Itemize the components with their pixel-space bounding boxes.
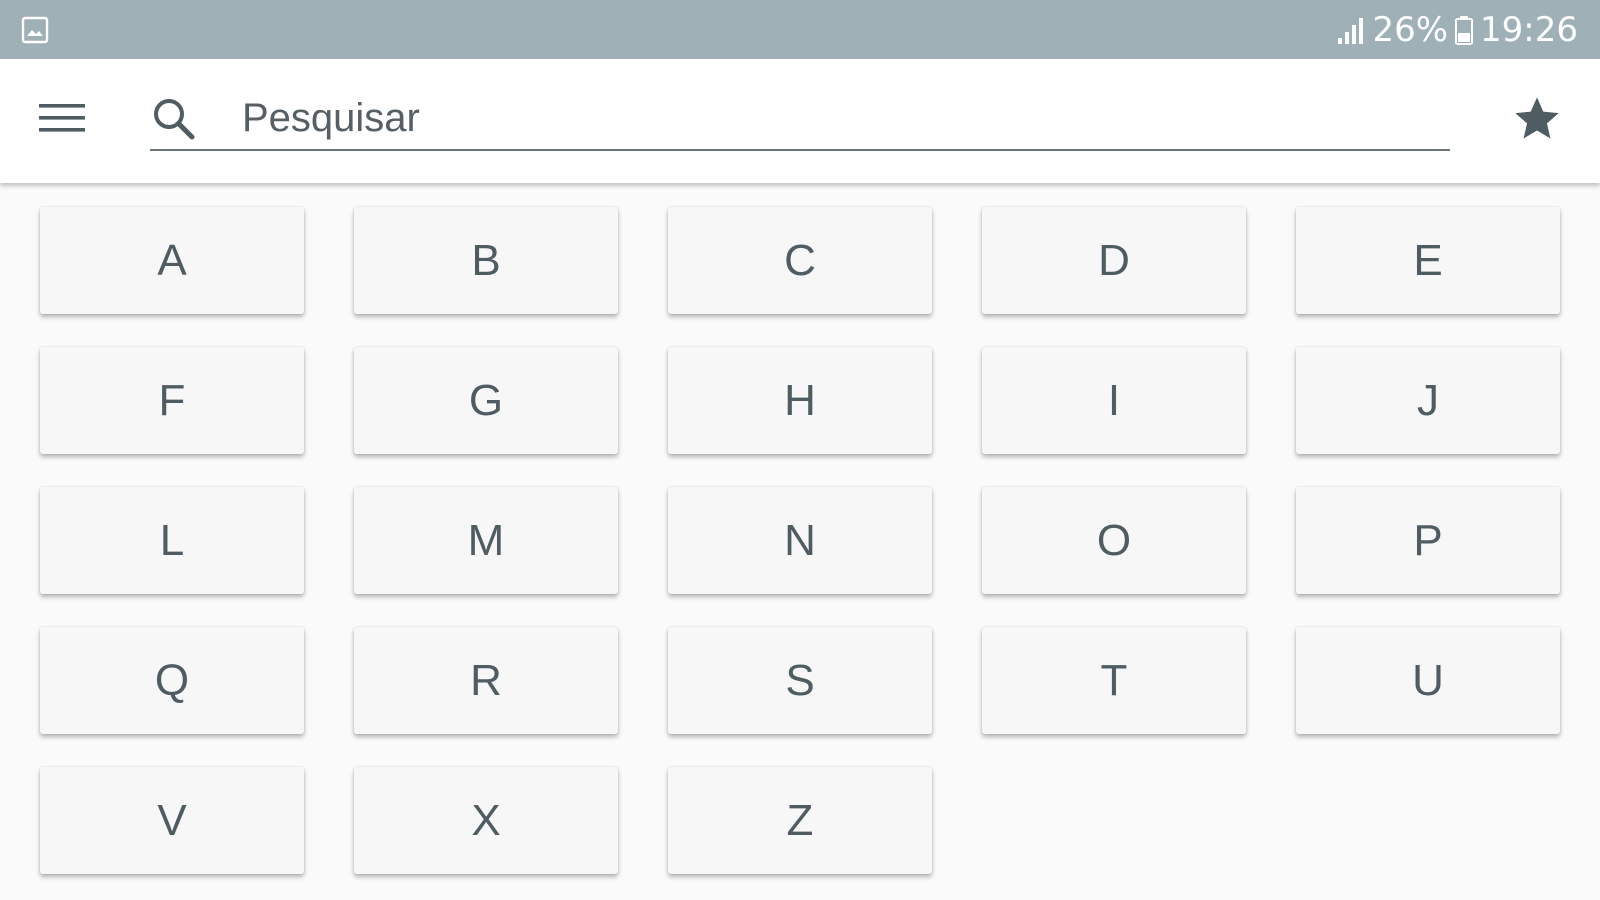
status-bar: 26% 19:26	[0, 0, 1600, 59]
app-bar	[0, 59, 1600, 183]
letter-button-s[interactable]: S	[668, 627, 932, 734]
image-notification-icon	[20, 15, 50, 45]
search-icon	[150, 95, 198, 143]
letter-button-x[interactable]: X	[354, 767, 618, 874]
letter-button-z[interactable]: Z	[668, 767, 932, 874]
status-time: 19:26	[1480, 10, 1578, 50]
battery-icon	[1454, 14, 1474, 46]
letter-button-j[interactable]: J	[1296, 347, 1560, 454]
letter-button-v[interactable]: V	[40, 767, 304, 874]
status-indicators: 26% 19:26	[1336, 8, 1578, 52]
letter-button-e[interactable]: E	[1296, 207, 1560, 314]
letter-button-u[interactable]: U	[1296, 627, 1560, 734]
letter-button-c[interactable]: C	[668, 207, 932, 314]
letter-button-a[interactable]: A	[40, 207, 304, 314]
letter-button-d[interactable]: D	[982, 207, 1246, 314]
star-icon	[1511, 93, 1563, 150]
letter-button-o[interactable]: O	[982, 487, 1246, 594]
favorites-button[interactable]	[1505, 89, 1569, 153]
letter-button-g[interactable]: G	[354, 347, 618, 454]
letter-button-p[interactable]: P	[1296, 487, 1560, 594]
search-bar[interactable]	[150, 87, 1450, 151]
letter-grid: A B C D E F G H I J L M N O P Q R S T U …	[40, 207, 1560, 874]
menu-button[interactable]	[34, 95, 90, 145]
letter-button-q[interactable]: Q	[40, 627, 304, 734]
letter-button-l[interactable]: L	[40, 487, 304, 594]
letter-button-m[interactable]: M	[354, 487, 618, 594]
hamburger-menu-icon	[39, 101, 85, 140]
battery-percent: 26%	[1372, 10, 1449, 50]
letter-button-h[interactable]: H	[668, 347, 932, 454]
letter-button-t[interactable]: T	[982, 627, 1246, 734]
letter-button-n[interactable]: N	[668, 487, 932, 594]
signal-icon	[1336, 14, 1366, 46]
letter-button-r[interactable]: R	[354, 627, 618, 734]
letter-button-f[interactable]: F	[40, 347, 304, 454]
letter-button-i[interactable]: I	[982, 347, 1246, 454]
search-input[interactable]	[242, 87, 1432, 149]
letter-button-b[interactable]: B	[354, 207, 618, 314]
